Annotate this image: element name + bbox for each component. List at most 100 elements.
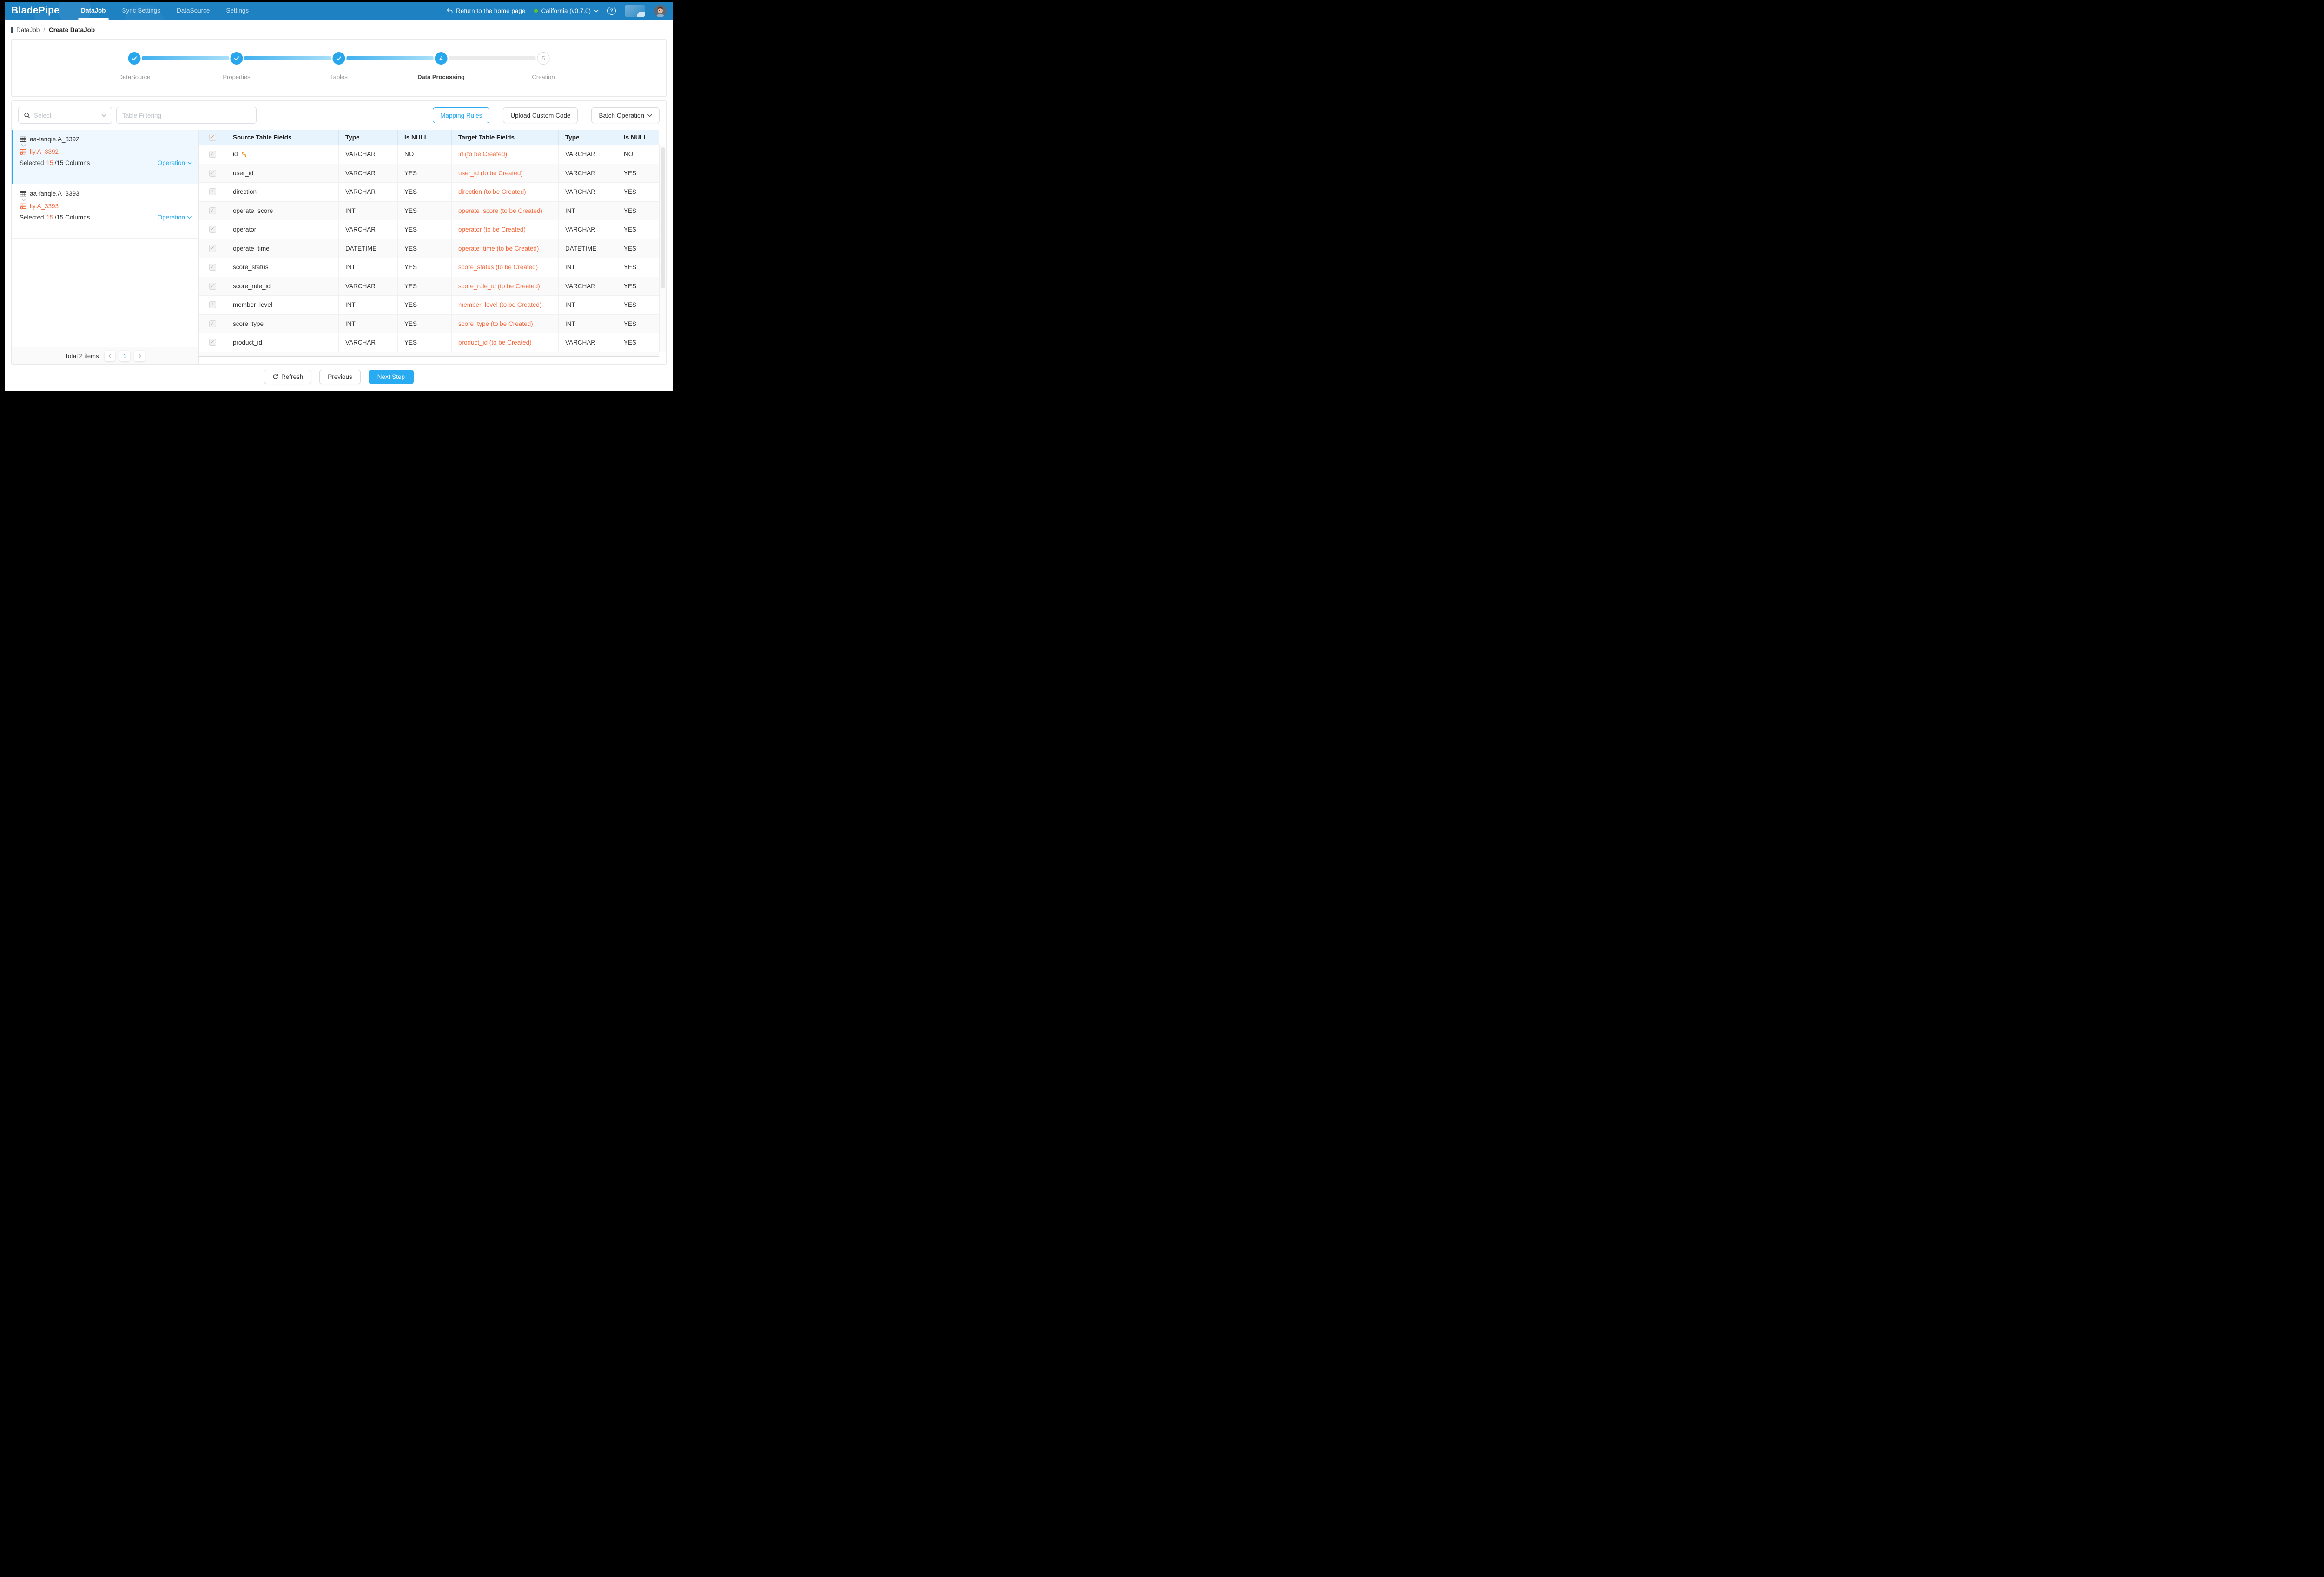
table-toolbar: Select Mapping Rules Upload Custom Code …: [12, 101, 666, 130]
row-checkbox[interactable]: ✓: [209, 301, 216, 308]
total-items-label: Total 2 items: [65, 352, 99, 359]
table-pair-item[interactable]: aa-fanqie.A_3393 lly.A_3393 Selected15/1…: [12, 184, 198, 239]
table-icon: [20, 190, 26, 197]
target-isnull: YES: [617, 239, 659, 258]
row-checkbox[interactable]: ✓: [209, 283, 216, 290]
refresh-icon: [272, 374, 278, 380]
source-isnull: YES: [397, 239, 451, 258]
step-tables: Tables: [333, 52, 345, 65]
environment-selector[interactable]: California (v0.7.0): [534, 7, 599, 14]
target-isnull: YES: [617, 333, 659, 352]
source-type: VARCHAR: [338, 183, 397, 201]
row-checkbox[interactable]: ✓: [209, 207, 216, 214]
header-source-type: Type: [338, 130, 397, 145]
operation-dropdown[interactable]: Operation: [158, 214, 192, 221]
step-datasource: DataSource: [128, 52, 141, 65]
table-row: ✓operatorVARCHARYESoperator (to be Creat…: [199, 220, 659, 239]
row-checkbox[interactable]: ✓: [209, 339, 216, 346]
target-type: INT: [558, 296, 617, 314]
header-source-fields: Source Table Fields: [226, 130, 338, 145]
menu-item-datajob[interactable]: DataJob: [80, 2, 106, 20]
breadcrumb: DataJob / Create DataJob: [11, 27, 667, 33]
select-all-checkbox[interactable]: ✓: [209, 134, 216, 141]
refresh-button[interactable]: Refresh: [264, 370, 311, 384]
help-icon[interactable]: ?: [607, 7, 616, 15]
target-isnull: YES: [617, 164, 659, 183]
menu-item-settings[interactable]: Settings: [225, 2, 250, 20]
source-type: INT: [338, 296, 397, 314]
source-type: VARCHAR: [338, 164, 397, 183]
next-step-button[interactable]: Next Step: [369, 370, 414, 384]
source-field: score_status: [226, 258, 338, 277]
app-window: BladePipe DataJob Sync Settings DataSour…: [5, 2, 673, 391]
table-filter-input[interactable]: [116, 107, 257, 124]
row-checkbox[interactable]: ✓: [209, 170, 216, 177]
menu-item-sync-settings[interactable]: Sync Settings: [121, 2, 162, 20]
target-type: DATETIME: [558, 239, 617, 258]
breadcrumb-parent[interactable]: DataJob: [16, 27, 40, 33]
batch-operation-button[interactable]: Batch Operation: [591, 107, 660, 123]
selected-columns-text: Selected15/15 Columns: [20, 159, 90, 166]
step-creation: 5 Creation: [537, 52, 550, 65]
target-type: INT: [558, 258, 617, 277]
horizontal-scrollbar[interactable]: [199, 357, 659, 364]
row-checkbox[interactable]: ✓: [209, 226, 216, 233]
step-number-circle: 4: [435, 52, 448, 65]
source-type: VARCHAR: [338, 145, 397, 164]
data-processing-card: Select Mapping Rules Upload Custom Code …: [11, 100, 667, 365]
table-pair-item[interactable]: aa-fanqie.A_3392 lly.A_3392 Selected15/1…: [12, 130, 198, 184]
target-table-line: lly.A_3392: [20, 148, 192, 155]
page-number-button[interactable]: 1: [119, 351, 130, 361]
previous-button[interactable]: Previous: [319, 370, 361, 384]
top-navbar: BladePipe DataJob Sync Settings DataSour…: [5, 2, 673, 20]
source-isnull: YES: [397, 202, 451, 220]
upload-custom-code-button[interactable]: Upload Custom Code: [503, 107, 578, 123]
source-isnull: YES: [397, 164, 451, 183]
select-placeholder: Select: [34, 112, 98, 119]
status-dot: [534, 9, 538, 13]
source-isnull: YES: [397, 258, 451, 277]
row-checkbox[interactable]: ✓: [209, 245, 216, 252]
return-home-link[interactable]: Return to the home page: [446, 7, 525, 14]
next-page-button[interactable]: [134, 351, 145, 361]
mapping-rules-button[interactable]: Mapping Rules: [433, 107, 489, 123]
breadcrumb-separator: /: [43, 27, 45, 33]
target-type: VARCHAR: [558, 145, 617, 164]
row-checkbox[interactable]: ✓: [209, 151, 216, 158]
step-data-processing: 4 Data Processing: [435, 52, 448, 65]
row-checkbox[interactable]: ✓: [209, 264, 216, 271]
target-isnull: YES: [617, 258, 659, 277]
vertical-scrollbar[interactable]: [661, 147, 665, 288]
source-type: VARCHAR: [338, 220, 397, 239]
target-isnull: YES: [617, 202, 659, 220]
row-checkbox[interactable]: ✓: [209, 320, 216, 327]
target-type: VARCHAR: [558, 164, 617, 183]
target-isnull: YES: [617, 315, 659, 333]
target-field: score_status (to be Created): [451, 258, 558, 277]
target-type: INT: [558, 202, 617, 220]
field-mapping-table: ✓ Source Table Fields Type Is NULL Targe…: [199, 130, 666, 364]
app-logo[interactable]: BladePipe: [11, 5, 59, 16]
source-field: direction: [226, 183, 338, 201]
target-field: id (to be Created): [451, 145, 558, 164]
map-direction-chevron-icon: [21, 144, 192, 147]
target-field: direction (to be Created): [451, 183, 558, 201]
prev-page-button[interactable]: [105, 351, 115, 361]
source-table-line: aa-fanqie.A_3392: [20, 136, 192, 143]
source-type: INT: [338, 258, 397, 277]
datasource-select[interactable]: Select: [18, 107, 112, 124]
target-type: VARCHAR: [558, 277, 617, 296]
step-connector: [244, 56, 331, 60]
source-field: product_id: [226, 333, 338, 352]
source-isnull: YES: [397, 296, 451, 314]
step-connector: [347, 56, 434, 60]
row-checkbox[interactable]: ✓: [209, 188, 216, 195]
operation-dropdown[interactable]: Operation: [158, 159, 192, 166]
primary-key-icon: [241, 152, 247, 157]
target-table-add-icon: [20, 148, 26, 155]
user-avatar[interactable]: [654, 5, 667, 17]
mapping-content: aa-fanqie.A_3392 lly.A_3392 Selected15/1…: [12, 130, 666, 364]
table-row: ✓score_statusINTYESscore_status (to be C…: [199, 258, 659, 277]
table-row: ✓score_rule_idVARCHARYESscore_rule_id (t…: [199, 277, 659, 296]
menu-item-datasource[interactable]: DataSource: [176, 2, 211, 20]
